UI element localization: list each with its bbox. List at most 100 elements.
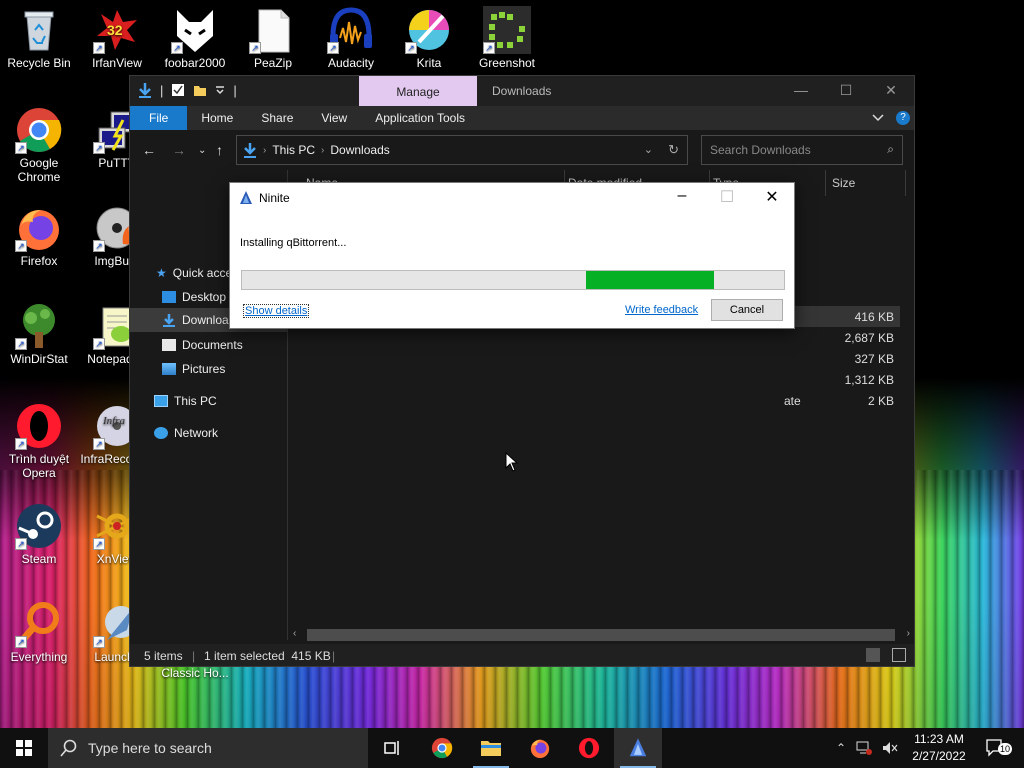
scrollbar-thumb[interactable]	[307, 629, 895, 641]
breadcrumb-this-pc[interactable]: This PC	[272, 143, 315, 157]
tab-home[interactable]: Home	[187, 106, 247, 130]
desktop-icon-firefox[interactable]: ↗ Firefox	[0, 204, 78, 268]
up-arrow-icon[interactable]: ↑	[216, 142, 223, 158]
scroll-right-icon[interactable]: ›	[907, 628, 910, 639]
downloads-folder-icon	[163, 314, 175, 327]
toolbar-divider: |	[160, 82, 164, 98]
desktop-icon-greenshot[interactable]: ↗ Greenshot	[468, 6, 546, 70]
file-row[interactable]: ate 2 KB	[289, 390, 900, 411]
network-status-icon[interactable]	[856, 741, 873, 755]
nav-documents[interactable]: Documents	[162, 338, 243, 352]
download-arrow-icon[interactable]	[138, 82, 152, 98]
install-status: Installing qBittorrent...	[240, 237, 347, 249]
address-bar[interactable]: › This PC › Downloads ⌄ ↻	[236, 135, 688, 165]
tab-view[interactable]: View	[307, 106, 361, 130]
nav-this-pc[interactable]: This PC	[154, 394, 217, 408]
start-button[interactable]	[0, 728, 48, 768]
taskbar-ninite[interactable]	[614, 728, 662, 768]
search-icon	[60, 739, 77, 757]
desktop-icon-audacity[interactable]: ↗ Audacity	[312, 6, 390, 70]
properties-icon[interactable]	[171, 83, 185, 97]
tab-application-tools[interactable]: Application Tools	[361, 106, 479, 130]
ninite-dialog[interactable]: Ninite – ☐ ✕ Installing qBittorrent... S…	[229, 182, 795, 329]
horizontal-scrollbar[interactable]: ‹ ›	[289, 627, 914, 643]
network-icon	[154, 427, 168, 439]
breadcrumb-downloads[interactable]: Downloads	[330, 143, 389, 157]
taskbar-chrome[interactable]	[418, 728, 466, 768]
customize-toolbar-icon[interactable]	[215, 85, 225, 95]
volume-muted-icon[interactable]	[882, 741, 898, 755]
ninite-titlebar[interactable]: Ninite – ☐ ✕	[230, 183, 794, 213]
shortcut-arrow-icon: ↗	[15, 636, 27, 648]
mouse-cursor-icon	[505, 452, 519, 472]
task-view-button[interactable]	[368, 728, 416, 768]
tab-manage[interactable]: Manage	[359, 76, 477, 106]
file-row[interactable]: 1,312 KB	[289, 369, 900, 390]
desktop-icon-everything[interactable]: ↗ Everything	[0, 600, 78, 664]
status-bar: 5 items | 1 item selected 415 KB |	[130, 644, 914, 666]
back-arrow-icon[interactable]: ←	[142, 142, 156, 158]
desktop-icon-recycle-bin[interactable]: Recycle Bin	[0, 6, 78, 70]
cancel-button[interactable]: Cancel	[711, 299, 783, 321]
opera-icon: ↗	[15, 402, 63, 450]
write-feedback-link[interactable]: Write feedback	[625, 304, 698, 316]
file-row[interactable]: 2,687 KB	[289, 327, 900, 348]
desktop-icon-peazip[interactable]: ↗ PeaZip	[234, 6, 312, 70]
desktop-icon-steam[interactable]: ↗ Steam	[0, 502, 78, 566]
desktop-icon-opera[interactable]: ↗ Trình duyệt Opera	[0, 402, 78, 480]
windows-logo-icon	[16, 740, 32, 756]
minimize-icon[interactable]: —	[786, 82, 816, 98]
breadcrumb-separator: ›	[263, 144, 267, 156]
tab-file[interactable]: File	[130, 106, 188, 130]
taskbar-firefox[interactable]	[516, 728, 564, 768]
desktop-icon-classic-shell[interactable]: Classic Ho...	[156, 666, 234, 680]
column-header-size[interactable]: Size	[832, 176, 855, 190]
file-row[interactable]: 327 KB	[289, 348, 900, 369]
steam-icon: ↗	[15, 502, 63, 550]
help-icon[interactable]: ?	[896, 111, 910, 125]
desktop-icon-krita[interactable]: ↗ Krita	[390, 6, 468, 70]
clock-time: 11:23 AM	[914, 732, 964, 746]
nav-pictures[interactable]: Pictures	[162, 362, 225, 376]
file-size: 2,687 KB	[844, 331, 894, 345]
desktop-icon-foobar2000[interactable]: ↗ foobar2000	[156, 6, 234, 70]
taskbar-clock[interactable]: 11:23 AM 2/27/2022	[904, 731, 974, 765]
close-icon[interactable]: ✕	[758, 187, 786, 207]
desktop-icon-chrome[interactable]: ↗ Google Chrome	[0, 106, 78, 184]
star-icon: ★	[156, 266, 167, 280]
search-icon: ⌕	[887, 142, 894, 156]
recent-locations-icon[interactable]: ⌄	[198, 145, 206, 156]
irfanview-icon: 32 ↗	[93, 6, 141, 54]
taskbar-file-explorer[interactable]	[467, 728, 515, 768]
scroll-left-icon[interactable]: ‹	[293, 628, 296, 639]
expand-ribbon-icon[interactable]	[872, 114, 884, 122]
refresh-icon[interactable]: ↻	[668, 142, 679, 158]
explorer-titlebar[interactable]: | | Manage Downloads — ☐ ✕	[130, 76, 914, 106]
new-folder-icon[interactable]	[193, 83, 207, 97]
nav-network[interactable]: Network	[154, 426, 218, 440]
windirstat-icon: ↗	[15, 302, 63, 350]
file-explorer-window[interactable]: | | Manage Downloads — ☐ ✕ File Home Sha…	[129, 75, 915, 667]
close-icon[interactable]: ✕	[876, 82, 906, 99]
shortcut-arrow-icon: ↗	[15, 438, 27, 450]
taskbar-opera[interactable]	[565, 728, 613, 768]
address-dropdown-icon[interactable]: ⌄	[644, 143, 653, 156]
large-icons-view-icon[interactable]	[892, 648, 906, 662]
details-view-icon[interactable]	[866, 648, 880, 662]
maximize-icon[interactable]: ☐	[831, 82, 861, 99]
nav-desktop[interactable]: Desktop	[162, 290, 226, 304]
desktop-icon-irfanview[interactable]: 32 ↗ IrfanView	[78, 6, 156, 70]
greenshot-icon: ↗	[483, 6, 531, 54]
show-details-link[interactable]: Show details	[243, 304, 310, 318]
forward-arrow-icon[interactable]: →	[172, 142, 186, 158]
shortcut-arrow-icon: ↗	[93, 636, 105, 648]
taskbar-search-box[interactable]: Type here to search	[48, 728, 368, 768]
desktop-icon-windirstat[interactable]: ↗ WinDirStat	[0, 302, 78, 366]
search-downloads-input[interactable]: Search Downloads ⌕	[701, 135, 903, 165]
desktop-folder-icon	[162, 291, 176, 303]
tab-share[interactable]: Share	[247, 106, 307, 130]
minimize-icon[interactable]: –	[668, 187, 696, 205]
show-hidden-icons-icon[interactable]: ⌃	[836, 741, 846, 755]
action-center-button[interactable]: 10	[976, 728, 1016, 768]
search-placeholder: Type here to search	[88, 740, 212, 756]
